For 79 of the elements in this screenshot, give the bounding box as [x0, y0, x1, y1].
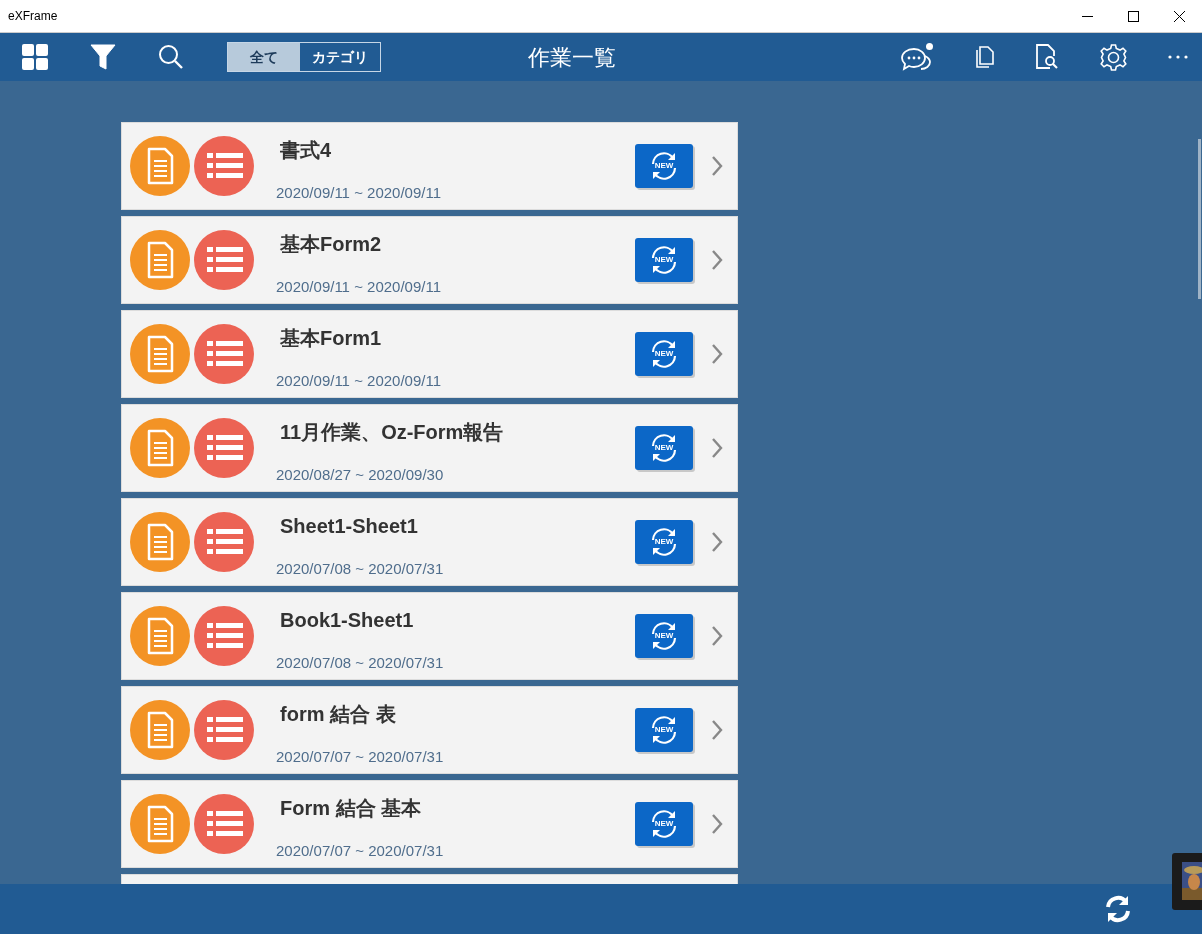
work-item[interactable]: Sheet1-Sheet1 2020/07/08 ~ 2020/07/31 NEW [121, 498, 738, 586]
new-sync-button[interactable]: NEW [635, 708, 693, 752]
list-icon [194, 230, 254, 290]
search-button[interactable] [158, 44, 184, 70]
item-title: 基本Form1 [280, 326, 383, 351]
item-period: 2020/07/08 ~ 2020/07/31 [276, 652, 445, 673]
new-sync-button[interactable]: NEW [635, 238, 693, 282]
work-item[interactable]: 11月作業、Oz-Form報告 2020/08/27 ~ 2020/09/30 NEW [121, 404, 738, 492]
minimize-icon [1081, 15, 1093, 17]
settings-icon [1100, 43, 1127, 71]
list-icon [194, 794, 254, 854]
copy-icon [974, 46, 994, 68]
new-sync-button[interactable]: NEW [635, 332, 693, 376]
grid-menu-button[interactable] [22, 44, 48, 70]
document-icon [130, 136, 190, 196]
document-search-button[interactable] [1035, 44, 1059, 70]
chat-button[interactable] [901, 43, 933, 71]
window-title: eXFrame [8, 8, 58, 25]
document-search-icon [1035, 44, 1059, 70]
new-sync-button[interactable]: NEW [635, 520, 693, 564]
more-button[interactable] [1168, 55, 1188, 59]
segment-tab[interactable]: 全て [228, 43, 300, 71]
close-icon [1173, 10, 1185, 22]
item-period: 2020/07/07 ~ 2020/07/31 [276, 746, 445, 767]
copy-button[interactable] [974, 46, 994, 68]
chevron-right-icon [711, 625, 723, 647]
page-title: 作業一覧 [528, 43, 616, 72]
item-period: 2020/09/11 ~ 2020/09/11 [276, 276, 442, 297]
document-icon [130, 418, 190, 478]
chevron-right-icon [711, 249, 723, 271]
list-icon [194, 700, 254, 760]
item-period: 2020/07/07 ~ 2020/07/31 [276, 840, 445, 861]
item-title: form 結合 表 [280, 702, 397, 727]
item-title: 基本Form2 [280, 232, 383, 257]
work-item[interactable]: 基本Form2 2020/09/11 ~ 2020/09/11 NEW [121, 216, 738, 304]
work-item[interactable]: 基本Form1 2020/09/11 ~ 2020/09/11 NEW [121, 310, 738, 398]
settings-button[interactable] [1100, 43, 1127, 71]
search-icon [158, 44, 184, 70]
filter-button[interactable] [90, 43, 116, 71]
list-icon [194, 418, 254, 478]
chevron-right-icon [711, 437, 723, 459]
maximize-icon [1127, 10, 1139, 22]
chevron-right-icon [711, 531, 723, 553]
work-item[interactable]: form 結合 表 2020/07/07 ~ 2020/07/31 NEW [121, 686, 738, 774]
item-period: 2020/09/11 ~ 2020/09/11 [276, 182, 442, 203]
document-icon [130, 512, 190, 572]
new-sync-button[interactable]: NEW [635, 614, 693, 658]
item-period: 2020/09/11 ~ 2020/09/11 [276, 370, 442, 391]
grid-icon [22, 44, 48, 70]
chat-icon [901, 47, 931, 71]
document-icon [130, 230, 190, 290]
document-icon [130, 700, 190, 760]
list-icon [194, 324, 254, 384]
chevron-right-icon [711, 719, 723, 741]
item-period: 2020/08/27 ~ 2020/09/30 [276, 464, 445, 485]
chevron-right-icon [711, 155, 723, 177]
chevron-right-icon [711, 343, 723, 365]
new-sync-button[interactable]: NEW [635, 144, 693, 188]
document-icon [130, 794, 190, 854]
work-item[interactable]: Form 結合 基本 2020/07/07 ~ 2020/07/31 NEW [121, 780, 738, 868]
work-item[interactable]: 書式4 2020/09/11 ~ 2020/09/11 NEW [121, 122, 738, 210]
more-icon [1168, 55, 1188, 59]
work-item[interactable]: Book1-Sheet1 2020/07/08 ~ 2020/07/31 NEW [121, 592, 738, 680]
list-icon [194, 136, 254, 196]
new-sync-button[interactable]: NEW [635, 802, 693, 846]
document-icon [130, 324, 190, 384]
item-title: 書式4 [280, 138, 333, 163]
list-icon [194, 512, 254, 572]
document-icon [130, 606, 190, 666]
item-title: Book1-Sheet1 [280, 608, 415, 633]
list-icon [194, 606, 254, 666]
item-title: Sheet1-Sheet1 [280, 514, 419, 539]
item-period: 2020/07/08 ~ 2020/07/31 [276, 558, 445, 579]
item-title: 11月作業、Oz-Form報告 [280, 420, 505, 445]
refresh-icon [1104, 895, 1132, 923]
chevron-right-icon [711, 813, 723, 835]
filter-icon [90, 43, 116, 71]
item-title: Form 結合 基本 [280, 796, 423, 821]
new-sync-button[interactable]: NEW [635, 426, 693, 470]
